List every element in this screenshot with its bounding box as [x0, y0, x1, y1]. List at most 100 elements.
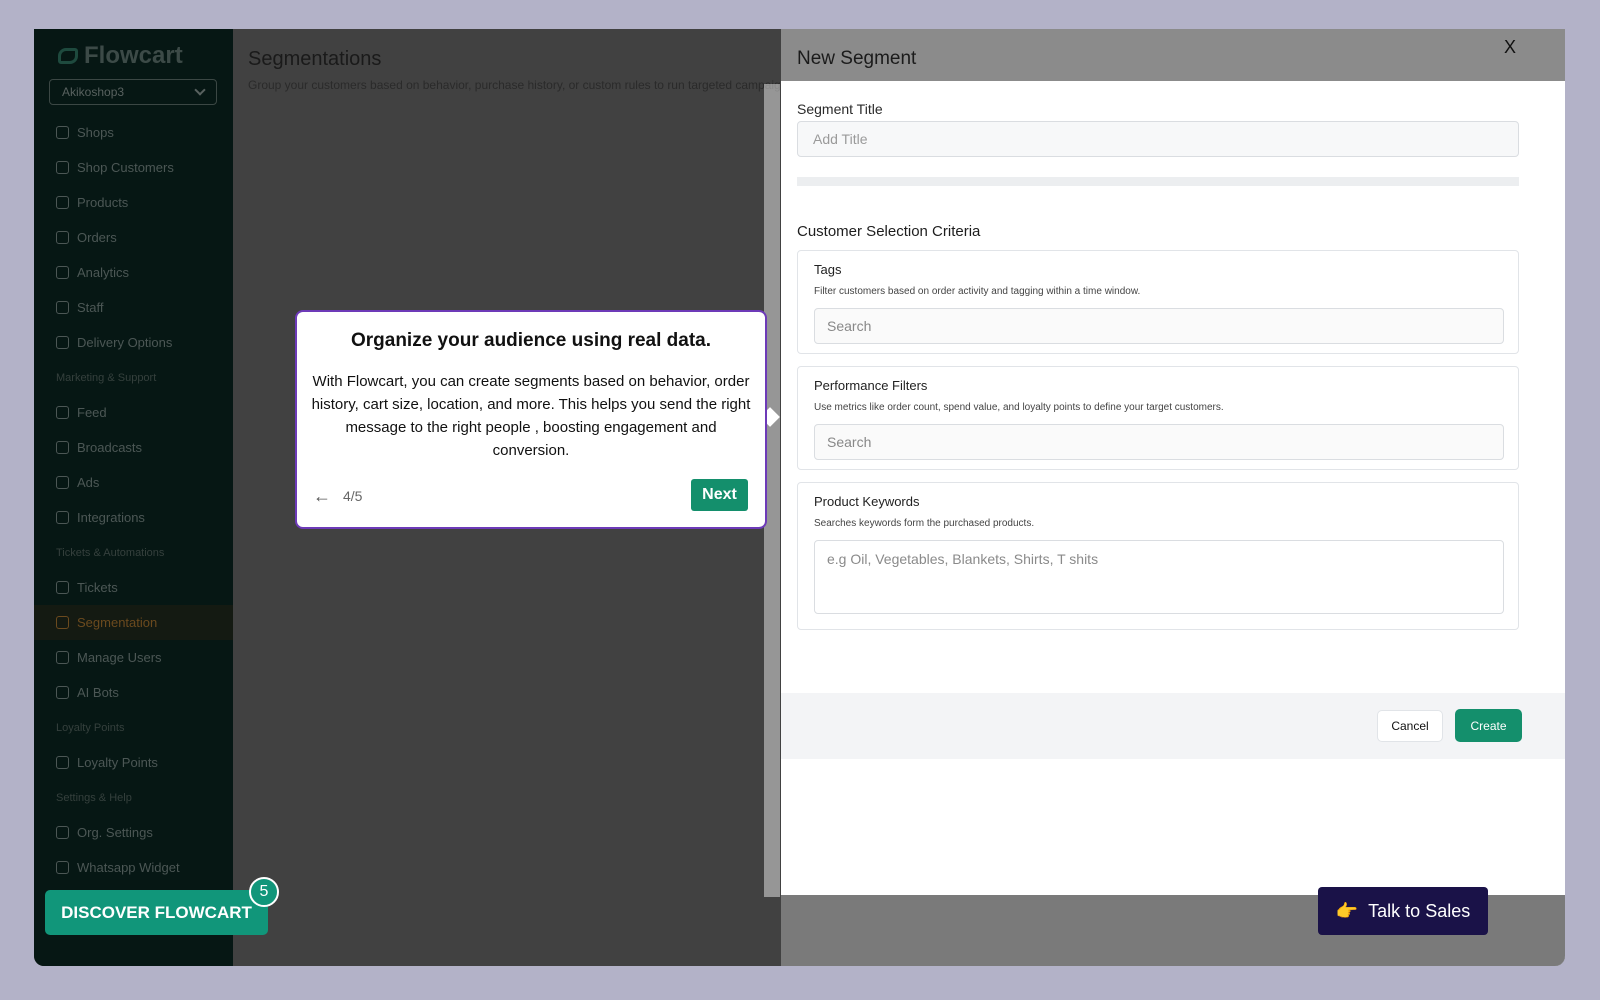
sidebar-item-label: AI Bots [77, 685, 119, 700]
shop-selector[interactable]: Akikoshop3 [49, 79, 217, 105]
sidebar-item-loyalty-points[interactable]: Loyalty Points [34, 745, 233, 780]
sidebar-item-integrations[interactable]: Integrations [34, 500, 233, 535]
sidebar-item-label: Staff [77, 300, 104, 315]
sidebar-item-org-settings[interactable]: Org. Settings [34, 815, 233, 850]
megaphone-icon [56, 441, 69, 454]
sidebar-section-label: Tickets & Automations [56, 546, 165, 559]
gear-icon [56, 826, 69, 839]
sidebar-item-label: Manage Users [77, 650, 162, 665]
sidebar-item-label: Whatsapp Widget [77, 860, 180, 875]
discover-badge: 5 [249, 877, 279, 907]
tooltip-title: Organize your audience using real data. [350, 330, 712, 351]
tags-card: Tags Filter customers based on order act… [797, 250, 1519, 354]
box-icon [56, 196, 69, 209]
sidebar-item-shops[interactable]: Shops [34, 115, 233, 150]
divider [797, 177, 1519, 186]
pointing-hand-icon: 👉 [1335, 900, 1359, 921]
feed-icon [56, 406, 69, 419]
sidebar-item-analytics[interactable]: Analytics [34, 255, 233, 290]
drawer-footer: Cancel Create [781, 693, 1565, 759]
store-icon [56, 126, 69, 139]
onboarding-tooltip: Organize your audience using real data. … [295, 310, 767, 529]
page-subtitle: Group your customers based on behavior, … [248, 78, 781, 92]
product-keywords-placeholder: e.g Oil, Vegetables, Blankets, Shirts, T… [827, 551, 1099, 567]
sidebar-item-label: Segmentation [77, 615, 158, 630]
bot-icon [56, 686, 69, 699]
create-button[interactable]: Create [1455, 709, 1522, 742]
sidebar-item-label: Feed [77, 405, 107, 420]
performance-filters-description: Use metrics like order count, spend valu… [814, 402, 1224, 413]
sidebar-item-whatsapp-widget[interactable]: Whatsapp Widget [34, 850, 233, 885]
sidebar-item-label: Shop Customers [77, 160, 174, 175]
tags-search-placeholder: Search [827, 318, 872, 334]
chevron-down-icon [194, 84, 206, 96]
users-icon [56, 161, 69, 174]
performance-filters-title: Performance Filters [814, 378, 928, 393]
package-icon [56, 231, 69, 244]
drawer-title: New Segment [797, 48, 917, 69]
talk-to-sales-button[interactable]: 👉 Talk to Sales [1318, 887, 1488, 935]
new-segment-drawer: New Segment X Segment Title Add Title Cu… [781, 29, 1565, 966]
performance-filters-card: Performance Filters Use metrics like ord… [797, 366, 1519, 470]
sidebar-section-label: Marketing & Support [56, 371, 157, 384]
sidebar-item-feed[interactable]: Feed [34, 395, 233, 430]
sidebar-item-ai-bots[interactable]: AI Bots [34, 675, 233, 710]
performance-filters-search-placeholder: Search [827, 434, 872, 450]
sparkle-icon [56, 476, 69, 489]
sidebar-item-shop-customers[interactable]: Shop Customers [34, 150, 233, 185]
product-keywords-description: Searches keywords form the purchased pro… [814, 518, 1035, 529]
product-keywords-card: Product Keywords Searches keywords form … [797, 482, 1519, 630]
tooltip-body: With Flowcart, you can create segments b… [311, 373, 751, 459]
logo-mark-icon [58, 48, 78, 64]
sidebar-item-label: Broadcasts [77, 440, 143, 455]
sidebar-item-manage-users[interactable]: Manage Users [34, 640, 233, 675]
tags-search-input[interactable]: Search [814, 308, 1504, 344]
sidebar-menu: Shops Shop Customers Products Orders Analyti… [34, 115, 233, 885]
sidebar-item-segmentation[interactable]: Segmentation [34, 605, 233, 640]
app-window: Flowcart Akikoshop3 Shops Shop Customers P… [34, 29, 1565, 966]
product-keywords-title: Product Keywords [814, 494, 920, 509]
sidebar: Flowcart Akikoshop3 Shops Shop Customers P… [34, 29, 233, 966]
sidebar-item-delivery-options[interactable]: Delivery Options [34, 325, 233, 360]
chat-icon [56, 861, 69, 874]
flowcart-logo[interactable]: Flowcart [58, 39, 183, 73]
page-title: Segmentations [248, 48, 382, 70]
sidebar-item-label: Loyalty Points [77, 755, 158, 770]
next-button[interactable]: Next [691, 479, 748, 511]
criteria-heading: Customer Selection Criteria [797, 223, 981, 240]
sidebar-item-staff[interactable]: Staff [34, 290, 233, 325]
ticket-icon [56, 581, 69, 594]
performance-filters-search-input[interactable]: Search [814, 424, 1504, 460]
sidebar-item-label: Ads [77, 475, 100, 490]
tags-title: Tags [814, 262, 842, 277]
sidebar-item-orders[interactable]: Orders [34, 220, 233, 255]
sidebar-item-broadcasts[interactable]: Broadcasts [34, 430, 233, 465]
sidebar-item-products[interactable]: Products [34, 185, 233, 220]
segment-title-input[interactable]: Add Title [797, 121, 1519, 157]
sidebar-item-label: Tickets [77, 580, 118, 595]
cancel-button[interactable]: Cancel [1377, 710, 1443, 742]
sidebar-item-label: Analytics [77, 265, 130, 280]
sidebar-item-label: Integrations [77, 510, 145, 525]
user-icon [56, 301, 69, 314]
sidebar-item-label: Delivery Options [77, 335, 173, 350]
sidebar-item-ads[interactable]: Ads [34, 465, 233, 500]
sidebar-section-label: Loyalty Points [56, 721, 125, 734]
discover-flowcart-button[interactable]: DISCOVER FLOWCART [45, 890, 268, 935]
segment-title-placeholder: Add Title [813, 131, 868, 147]
segment-icon [56, 616, 69, 629]
tags-description: Filter customers based on order activity… [814, 286, 1141, 297]
shop-selector-value: Akikoshop3 [62, 85, 125, 99]
chart-icon [56, 266, 69, 279]
scan-icon [56, 756, 69, 769]
drawer-header: New Segment X [781, 29, 1565, 81]
close-button[interactable]: X [1504, 37, 1516, 58]
sidebar-item-label: Orders [77, 230, 117, 245]
sidebar-item-label: Org. Settings [77, 825, 153, 840]
back-arrow-icon[interactable]: ← [313, 486, 331, 507]
segment-title-label: Segment Title [797, 101, 883, 117]
tooltip-step-counter: 4/5 [343, 488, 363, 504]
product-keywords-textarea[interactable]: e.g Oil, Vegetables, Blankets, Shirts, T… [814, 540, 1504, 614]
talk-to-sales-label: Talk to Sales [1368, 900, 1471, 921]
sidebar-item-tickets[interactable]: Tickets [34, 570, 233, 605]
